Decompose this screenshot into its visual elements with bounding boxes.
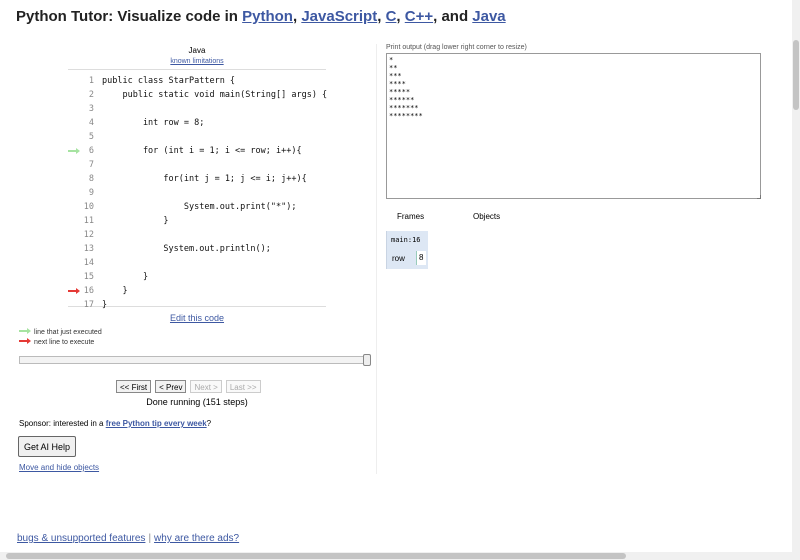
known-limitations-link[interactable]: known limitations (170, 58, 223, 65)
code-display: 1 public class StarPattern { 2 public stat… (68, 69, 328, 310)
run-status: Done running (151 steps) (146, 397, 248, 407)
java-link[interactable]: Java (472, 8, 505, 25)
first-button[interactable]: << First (116, 380, 152, 393)
footer: bugs & unsupported features | why are ther… (17, 533, 239, 544)
code-line: 15 } (68, 270, 326, 284)
just-executed-arrow-icon (68, 148, 80, 154)
c-link[interactable]: C (386, 8, 397, 25)
code-text: public class StarPattern { (102, 76, 236, 86)
code-line: 2 public static void main(String[] args)… (68, 88, 328, 102)
line-number: 8 (88, 174, 94, 184)
code-line: 13 System.out.println(); (68, 242, 326, 256)
code-line: 14 (68, 256, 326, 270)
editor-language-header: Java known limitations (68, 46, 326, 67)
python-tip-link[interactable]: free Python tip every week (106, 419, 207, 428)
code-text: for (int i = 1; i <= row; i++){ (102, 146, 302, 156)
code-line: 16 } (68, 284, 326, 298)
frame-name: main:16 (391, 236, 421, 244)
code-line: 5 (68, 130, 326, 144)
line-number: 7 (88, 160, 94, 170)
code-line: 6 for (int i = 1; i <= row; i++){ (68, 144, 326, 158)
navigation-bar: << First < Prev Next > Last >> (116, 380, 261, 393)
cpp-link[interactable]: C++ (405, 8, 433, 25)
objects-header: Objects (473, 212, 501, 221)
line-number: 10 (83, 202, 94, 212)
prev-button[interactable]: < Prev (155, 380, 187, 393)
column-divider (376, 44, 377, 474)
title-sep: , and (433, 8, 473, 25)
legend-next-line-label: next line to execute (34, 338, 95, 346)
code-text: System.out.println(); (102, 244, 271, 254)
title-prefix: Python Tutor: Visualize code in (16, 8, 243, 25)
code-line: 10 System.out.print("*"); (68, 200, 326, 214)
frame-var-name: row (392, 254, 405, 263)
stack-frame: main:16 row 8 (386, 231, 428, 269)
line-number: 4 (88, 118, 94, 128)
print-output-box[interactable]: * ** *** **** ***** ****** ******* *****… (386, 53, 761, 199)
code-text: System.out.print("*"); (102, 202, 297, 212)
sponsor-prefix: Sponsor: interested in a (19, 419, 106, 428)
line-number: 14 (83, 258, 94, 268)
footer-separator: | (148, 533, 152, 544)
frame-var-value: 8 (416, 251, 426, 265)
line-number: 12 (83, 230, 94, 240)
code-text: } (102, 216, 169, 226)
code-text: for(int j = 1; j <= i; j++){ (102, 174, 307, 184)
code-text: } (102, 286, 128, 296)
editor-language: Java (188, 46, 206, 55)
bugs-link[interactable]: bugs & unsupported features (17, 533, 145, 544)
get-ai-help-button[interactable]: Get AI Help (18, 436, 76, 457)
step-slider-handle[interactable] (363, 354, 371, 366)
code-line: 3 (68, 102, 326, 116)
line-number: 3 (88, 104, 94, 114)
line-number: 17 (83, 300, 94, 310)
sponsor-text: Sponsor: interested in a free Python tip… (19, 419, 211, 428)
print-output-label: Print output (drag lower right corner to… (386, 44, 527, 51)
code-line: 17} (68, 298, 326, 312)
code-line: 1 public class StarPattern { (68, 74, 326, 88)
code-line: 4 int row = 8; (68, 116, 326, 130)
python-link[interactable]: Python (242, 8, 293, 25)
move-hide-objects-link[interactable]: Move and hide objects (19, 463, 99, 472)
code-line: 9 (68, 186, 326, 200)
horizontal-scrollbar-thumb[interactable] (6, 553, 626, 559)
code-text: } (102, 300, 108, 310)
title-sep: , (396, 8, 405, 25)
green-arrow-icon (19, 328, 31, 336)
resize-grip-icon[interactable] (757, 195, 761, 199)
code-line: 8 for(int j = 1; j <= i; j++){ (68, 172, 326, 186)
vertical-scrollbar-thumb[interactable] (793, 40, 799, 110)
code-text: } (102, 272, 149, 282)
javascript-link[interactable]: JavaScript (301, 8, 377, 25)
red-arrow-icon (19, 338, 31, 346)
edit-code-container: Edit this code (68, 313, 326, 323)
line-number: 11 (83, 216, 94, 226)
legend-just-executed-label: line that just executed (34, 328, 102, 336)
edit-code-link[interactable]: Edit this code (170, 313, 224, 323)
legend-just-executed: line that just executed (19, 328, 102, 336)
legend-next-line: next line to execute (19, 338, 94, 346)
line-number: 5 (88, 132, 94, 142)
code-line: 7 (68, 158, 326, 172)
code-text: public static void main(String[] args) { (102, 90, 328, 100)
code-line: 11 } (68, 214, 326, 228)
line-number: 9 (88, 188, 94, 198)
page-title: Python Tutor: Visualize code in Python , … (16, 8, 506, 25)
title-sep: , (377, 8, 386, 25)
line-number: 15 (83, 272, 94, 282)
code-line: 12 (68, 228, 326, 242)
line-number: 13 (83, 244, 94, 254)
last-button[interactable]: Last >> (225, 380, 261, 393)
next-button[interactable]: Next > (190, 380, 222, 393)
line-number: 2 (88, 90, 94, 100)
frames-header: Frames (397, 212, 425, 221)
line-number: 1 (88, 76, 94, 86)
sponsor-suffix: ? (206, 419, 212, 428)
code-text: int row = 8; (102, 118, 205, 128)
next-line-arrow-icon (68, 288, 80, 294)
why-ads-link[interactable]: why are there ads? (154, 533, 239, 544)
step-slider-track[interactable] (19, 356, 371, 364)
